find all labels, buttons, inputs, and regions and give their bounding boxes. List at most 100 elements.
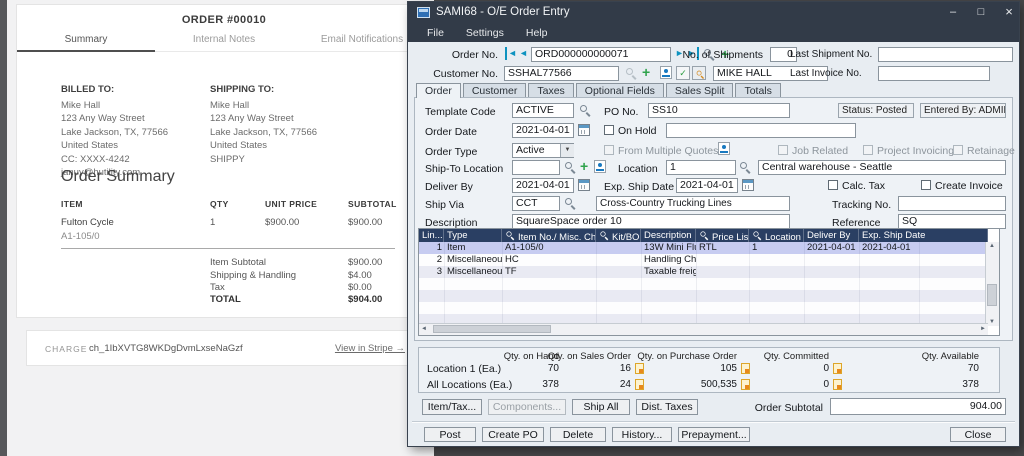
view-in-stripe-link[interactable]: View in Stripe →: [335, 343, 405, 354]
customer-no-field[interactable]: SSHAL77566: [504, 66, 619, 81]
location-finder-icon[interactable]: [740, 162, 751, 173]
grid-col-item[interactable]: Item No./ Misc. Charge: [502, 229, 596, 242]
quotes-drilldown-icon[interactable]: [718, 142, 730, 155]
order-no-field[interactable]: ORD000000000071: [531, 47, 671, 62]
order-summary-heading: Order Summary: [61, 168, 175, 186]
hscroll-thumb[interactable]: [433, 325, 551, 333]
grid-row-empty: [419, 290, 988, 302]
first-record-icon[interactable]: ◄: [505, 47, 517, 60]
last-invoice-label: Last Invoice No.: [790, 68, 862, 79]
scroll-up-icon[interactable]: ▲: [986, 243, 998, 249]
divider: [412, 421, 1015, 422]
ship-to-drilldown-icon[interactable]: [594, 160, 606, 173]
grid-col-expship[interactable]: Exp. Ship Date: [859, 229, 988, 242]
vscroll-thumb[interactable]: [987, 284, 997, 306]
components-button: Components...: [488, 399, 566, 415]
ship-to-new-icon[interactable]: +: [580, 159, 588, 173]
grid-col-line[interactable]: Lin...: [419, 229, 444, 242]
grid-row-3[interactable]: 3 Miscellaneous TF Taxable freight: [419, 266, 988, 278]
qty-value: 378: [899, 379, 979, 390]
prepayment-button[interactable]: Prepayment...: [678, 427, 750, 442]
ship-to-location-field[interactable]: [512, 160, 560, 175]
grid-col-deliverby[interactable]: Deliver By: [804, 229, 859, 242]
grid-row-empty: [419, 302, 988, 314]
create-invoice-checkbox[interactable]: [921, 180, 931, 190]
tab-taxes[interactable]: Taxes: [528, 83, 573, 98]
grid-vertical-scrollbar[interactable]: ▲ ▼: [985, 242, 999, 326]
grand-total-label: TOTAL: [210, 294, 241, 305]
credit-check-icon[interactable]: ✓: [676, 66, 690, 80]
cell-deliverby: 2021-04-01: [804, 242, 859, 254]
ship-all-button[interactable]: Ship All: [572, 399, 630, 415]
on-hold-reason-field: [666, 123, 856, 138]
tab-summary[interactable]: Summary: [17, 31, 155, 51]
deliver-by-field[interactable]: 2021-04-01: [512, 178, 574, 193]
cell-description: Handling Charges: [641, 254, 696, 266]
calc-tax-checkbox[interactable]: [828, 180, 838, 190]
grid-col-kitbom[interactable]: Kit/BOM: [596, 229, 641, 242]
po-no-field[interactable]: SS10: [648, 103, 790, 118]
document-view-icon[interactable]: [692, 66, 706, 80]
close-button[interactable]: Close: [950, 427, 1006, 442]
tab-optional-fields[interactable]: Optional Fields: [576, 83, 664, 98]
tracking-no-field[interactable]: [898, 196, 1006, 211]
template-code-field[interactable]: ACTIVE: [512, 103, 574, 118]
item-tax-button[interactable]: Item/Tax...: [422, 399, 482, 415]
col-qty: QTY: [210, 199, 229, 209]
drilldown-icon[interactable]: [833, 363, 842, 374]
location-field[interactable]: 1: [666, 160, 736, 175]
history-button[interactable]: History...: [612, 427, 672, 442]
exp-ship-calendar-icon[interactable]: [742, 179, 754, 191]
close-icon[interactable]: ×: [996, 2, 1022, 24]
tab-sales-split[interactable]: Sales Split: [666, 83, 734, 98]
cell-line: 3: [419, 266, 444, 278]
ship-via-finder-icon[interactable]: [565, 198, 576, 209]
summary-divider: [61, 248, 395, 249]
job-related-label: Job Related: [792, 145, 848, 157]
tab-internal-notes[interactable]: Internal Notes: [155, 31, 293, 51]
billed-name: Mike Hall: [61, 99, 168, 113]
delete-button[interactable]: Delete: [550, 427, 606, 442]
new-customer-icon[interactable]: +: [642, 65, 650, 79]
ship-via-name-field[interactable]: Cross-Country Trucking Lines: [596, 196, 790, 211]
grid-row-1[interactable]: 1 Item A1-105/0 13W Mini Fluore... RTL 1…: [419, 242, 988, 254]
minimize-icon[interactable]: –: [940, 2, 966, 24]
ship-via-field[interactable]: CCT: [512, 196, 560, 211]
order-date-field[interactable]: 2021-04-01: [512, 123, 574, 138]
menu-settings[interactable]: Settings: [457, 27, 513, 39]
deliver-by-calendar-icon[interactable]: [578, 179, 590, 191]
order-date-label: Order Date: [425, 126, 477, 138]
grid-col-description[interactable]: Description: [641, 229, 696, 242]
menu-help[interactable]: Help: [517, 27, 557, 39]
grid-row-2[interactable]: 2 Miscellaneous HC Handling Charges: [419, 254, 988, 266]
charge-label: CHARGE: [45, 344, 87, 354]
menu-file[interactable]: File: [418, 27, 453, 39]
grid-col-pricelist[interactable]: Price List: [696, 229, 749, 242]
description-field[interactable]: SquareSpace order 10: [512, 214, 790, 229]
template-finder-icon[interactable]: [580, 105, 591, 116]
scroll-left-icon[interactable]: ◄: [421, 326, 427, 332]
dist-taxes-button[interactable]: Dist. Taxes: [636, 399, 698, 415]
tab-totals[interactable]: Totals: [735, 83, 780, 98]
customer-finder-icon[interactable]: [626, 68, 637, 79]
ship-to-finder-icon[interactable]: [565, 162, 576, 173]
create-po-button[interactable]: Create PO: [482, 427, 544, 442]
title-bar[interactable]: SAMI68 - O/E Order Entry – □ ×: [408, 2, 1019, 24]
post-button[interactable]: Post: [424, 427, 476, 442]
drilldown-icon[interactable]: [833, 379, 842, 390]
reference-field[interactable]: SQ: [898, 214, 1006, 229]
scroll-right-icon[interactable]: ►: [980, 326, 986, 332]
maximize-icon[interactable]: □: [968, 2, 994, 24]
prev-record-icon[interactable]: ◄: [519, 47, 528, 60]
exp-ship-date-field[interactable]: 2021-04-01: [676, 178, 738, 193]
order-date-calendar-icon[interactable]: [578, 124, 590, 136]
customer-no-label: Customer No.: [428, 68, 498, 80]
customer-inquiry-icon[interactable]: [660, 66, 672, 79]
grid-col-type[interactable]: Type: [444, 229, 502, 242]
order-type-dropdown-icon[interactable]: ▼: [560, 144, 574, 157]
grid-horizontal-scrollbar[interactable]: ◄ ►: [419, 323, 988, 335]
tab-customer[interactable]: Customer: [463, 83, 527, 98]
on-hold-checkbox[interactable]: [604, 125, 614, 135]
grid-col-location[interactable]: Location: [749, 229, 804, 242]
tab-order[interactable]: Order: [416, 83, 461, 98]
